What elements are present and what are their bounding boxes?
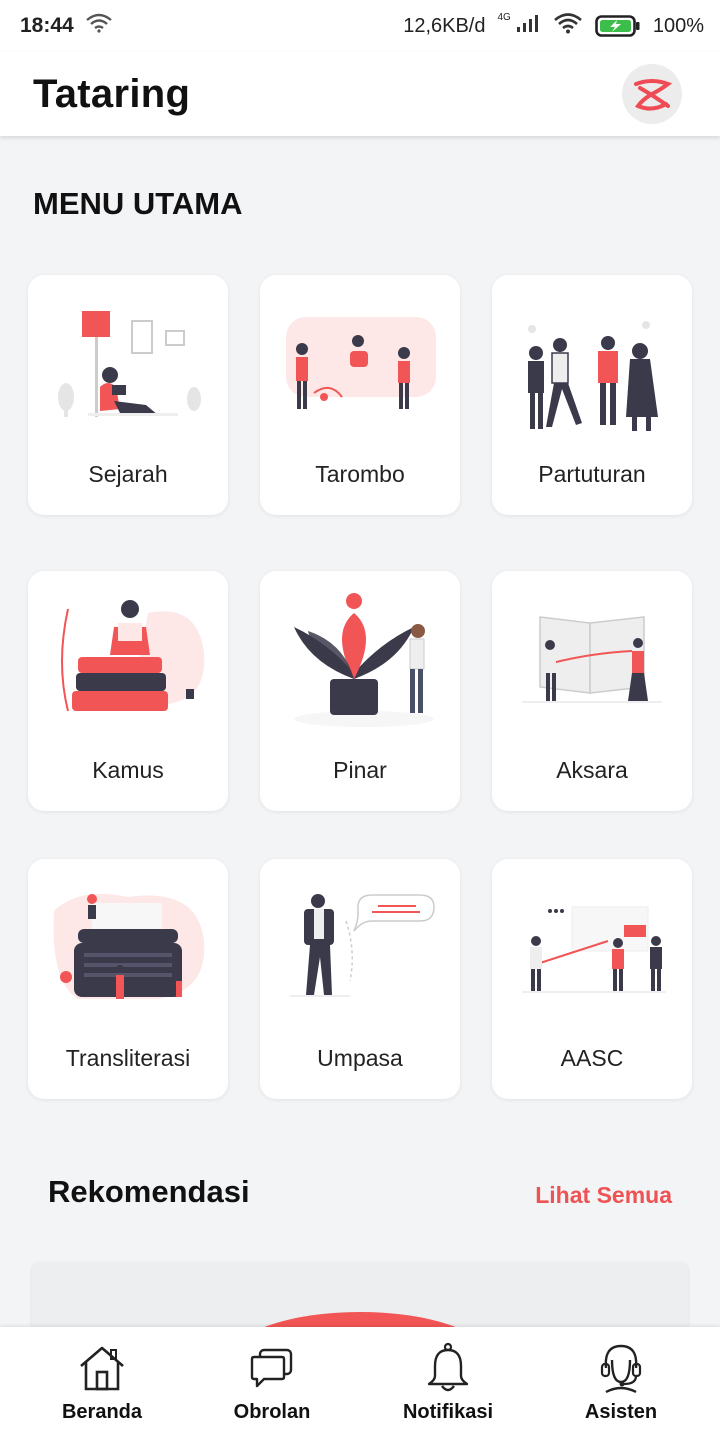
status-time: 18:44 [20,14,74,37]
menu-label-aasc: AASC [560,1045,624,1071]
menu-label-pinar: Pinar [333,757,387,783]
wifi-icon [553,12,583,40]
bell-icon [421,1341,475,1395]
menu-label-sejarah: Sejarah [88,461,168,487]
menu-card-partuturan[interactable]: Partuturan [492,275,692,515]
headset-icon [594,1341,648,1395]
home-icon [75,1341,129,1395]
reading-person-illustration [48,297,208,447]
menu-card-umpasa[interactable]: Umpasa [260,859,460,1099]
nav-label-notifikasi: Notifikasi [402,1401,494,1423]
family-tree-illustration [280,297,440,447]
network-type: 4G [497,12,511,23]
nav-item-obrolan[interactable]: Obrolan [182,1327,362,1440]
battery-icon [595,14,641,38]
signal-icon [515,13,541,39]
nav-label-obrolan: Obrolan [233,1401,311,1423]
menu-card-kamus[interactable]: Kamus [28,571,228,811]
menu-label-aksara: Aksara [556,757,628,783]
open-book-illustration [512,593,672,743]
see-all-link[interactable]: Lihat Semua [535,1182,672,1209]
menu-card-tarombo[interactable]: Tarombo [260,275,460,515]
wifi-status-icon [85,13,112,39]
menu-card-sejarah[interactable]: Sejarah [28,275,228,515]
nav-label-asisten: Asisten [584,1401,658,1423]
nav-item-beranda[interactable]: Beranda [12,1327,192,1440]
menu-card-pinar[interactable]: Pinar [260,571,460,811]
chat-icon [245,1341,299,1395]
menu-card-aasc[interactable]: AASC [492,859,692,1099]
nav-label-beranda: Beranda [61,1401,143,1423]
books-reading-illustration [48,593,208,743]
menu-label-umpasa: Umpasa [317,1045,403,1071]
menu-card-transliterasi[interactable]: Transliterasi [28,859,228,1099]
presentation-illustration [512,881,672,1031]
network-speed: 12,6KB/d [403,14,486,37]
bottom-nav: Beranda Obrolan Notifikasi Asisten [0,1327,720,1440]
people-group-illustration [512,297,672,447]
nav-item-notifikasi[interactable]: Notifikasi [358,1327,538,1440]
battery-level: 100% [652,14,704,37]
menu-label-kamus: Kamus [92,757,164,783]
status-bar: 18:44 12,6KB/d 4G 100% [0,0,720,52]
tataring-logo-icon[interactable] [622,64,682,124]
flower-plant-illustration [280,593,440,743]
app-title: Tataring [33,71,191,116]
menu-label-transliterasi: Transliterasi [65,1045,191,1071]
speech-bubble-illustration [280,881,440,1031]
recommendation-title: Rekomendasi [48,1174,250,1209]
menu-label-partuturan: Partuturan [538,461,646,487]
menu-label-tarombo: Tarombo [315,461,405,487]
nav-item-asisten[interactable]: Asisten [531,1327,711,1440]
menu-section-title: MENU UTAMA [33,186,243,221]
menu-card-aksara[interactable]: Aksara [492,571,692,811]
typewriter-illustration [48,881,208,1031]
app-bar: Tataring [0,52,720,136]
